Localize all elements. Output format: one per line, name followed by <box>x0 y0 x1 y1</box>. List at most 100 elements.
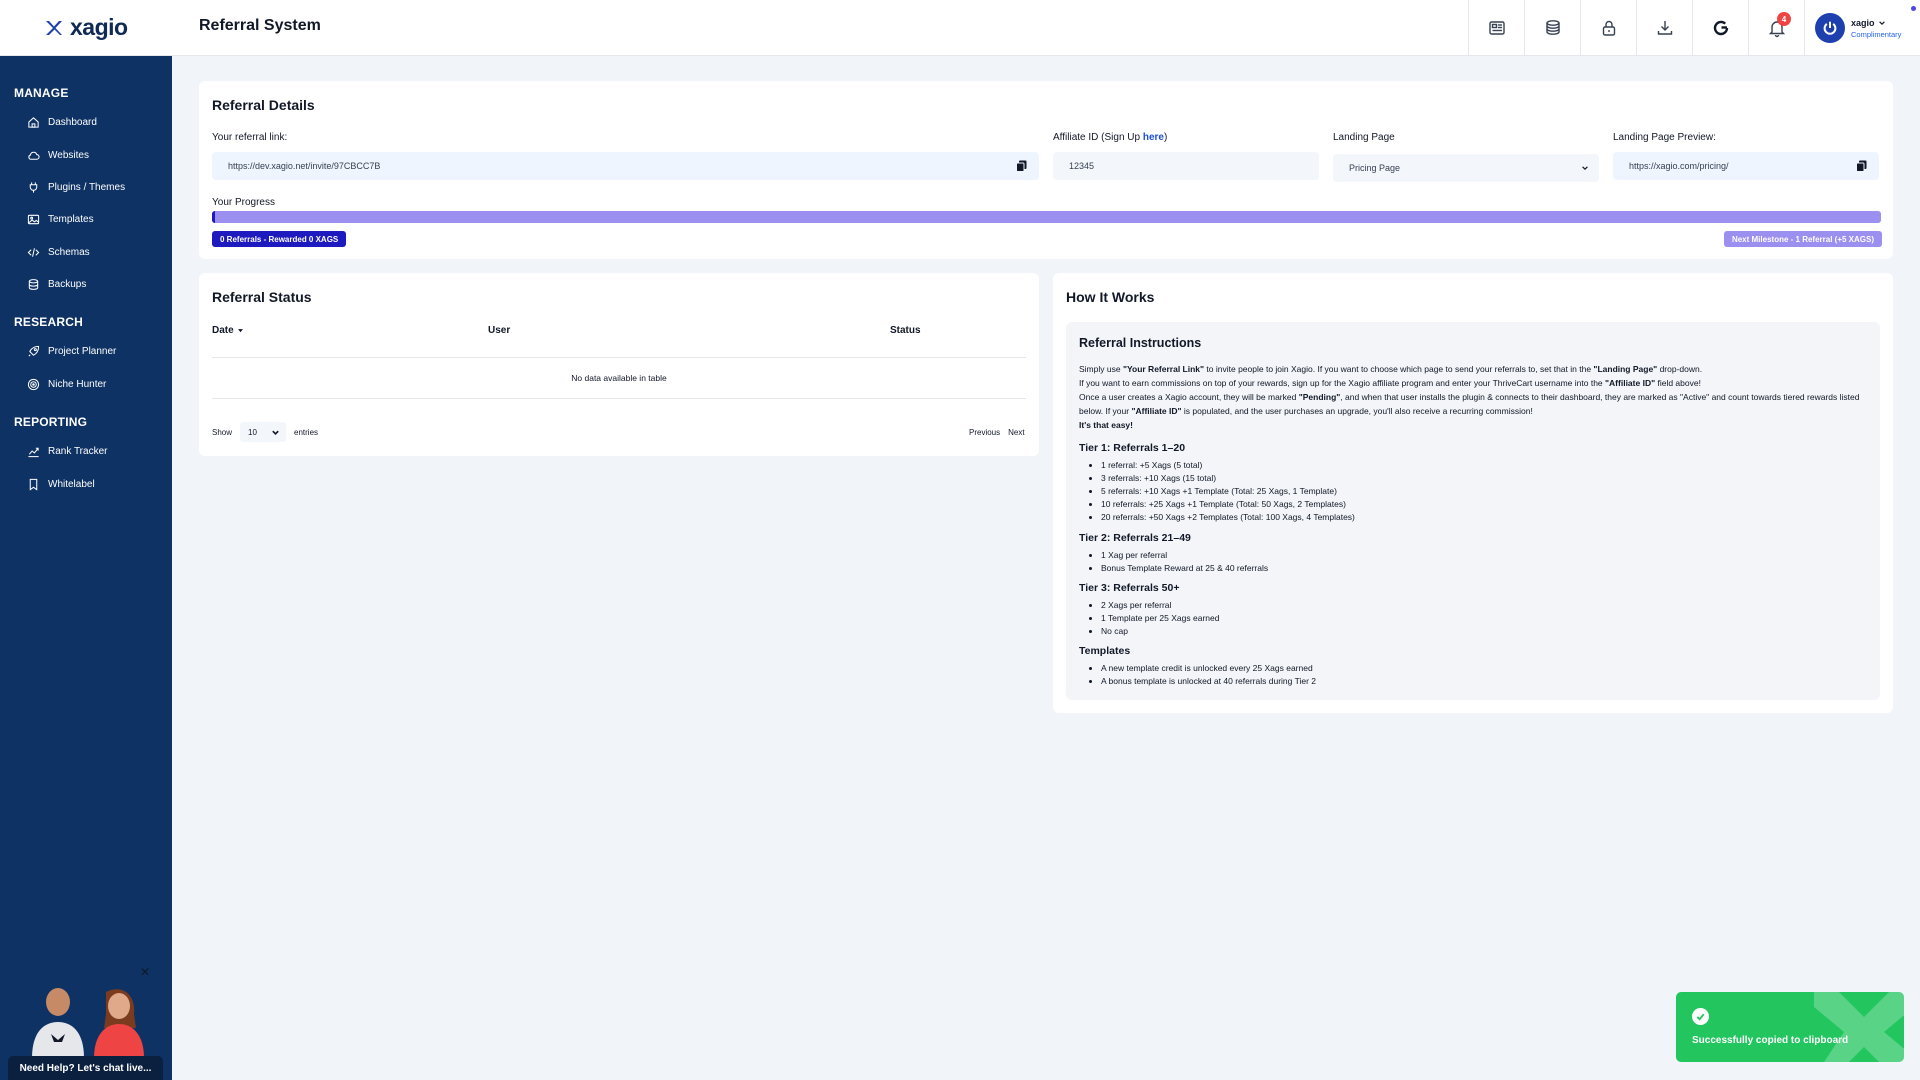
code-icon <box>27 248 40 257</box>
referral-details-title: Referral Details <box>212 97 315 113</box>
page-title: Referral System <box>199 17 321 34</box>
user-name: xagio <box>1851 17 1875 28</box>
help-chat-bar[interactable]: Need Help? Let's chat live... <box>8 1056 163 1080</box>
newspaper-icon <box>1488 21 1505 35</box>
top-header: xagio Referral System 4 xagio Compliment… <box>0 0 1920 56</box>
tier-2-list: 1 Xag per referral Bonus Template Reward… <box>1101 549 1268 575</box>
instructions-paragraph: If you want to earn commissions on top o… <box>1079 376 1869 390</box>
entries-label: entries <box>294 427 319 437</box>
column-header-user[interactable]: User <box>488 325 510 336</box>
credits-button[interactable] <box>1524 0 1580 56</box>
coins-icon <box>1545 20 1560 35</box>
sidebar: MANAGE Dashboard Websites Plugins / Them… <box>0 56 172 1080</box>
affiliate-id-value: 12345 <box>1069 161 1095 171</box>
plug-icon <box>29 182 38 193</box>
close-icon[interactable]: ✕ <box>140 965 150 979</box>
sidebar-item-niche-hunter[interactable]: Niche Hunter <box>27 378 106 391</box>
text-bold: "Landing Page" <box>1593 364 1658 374</box>
sidebar-item-label: Whitelabel <box>48 479 95 490</box>
sidebar-item-project-planner[interactable]: Project Planner <box>27 345 116 358</box>
tier-2-title: Tier 2: Referrals 21–49 <box>1079 532 1191 544</box>
list-item: 1 Template per 25 Xags earned <box>1101 612 1219 625</box>
landing-preview-field[interactable]: https://xagio.com/pricing/ <box>1613 152 1879 180</box>
text: If you want to earn commissions on top o… <box>1079 378 1606 388</box>
text: drop-down. <box>1657 364 1703 374</box>
list-item: Bonus Template Reward at 25 & 40 referra… <box>1101 562 1268 575</box>
google-icon <box>1713 20 1728 36</box>
list-item: 1 referral: +5 Xags (5 total) <box>1101 459 1355 472</box>
referral-link-field[interactable]: https://dev.xagio.net/invite/97CBCC7B <box>212 152 1039 180</box>
sidebar-item-label: Schemas <box>48 247 90 258</box>
instructions-paragraph: It's that easy! <box>1079 418 1869 432</box>
lock-button[interactable] <box>1580 0 1636 56</box>
list-item: 2 Xags per referral <box>1101 599 1219 612</box>
toast-message: Successfully copied to clipboard <box>1692 1035 1849 1046</box>
database-icon <box>28 279 39 290</box>
instructions-text: Simply use "Your Referral Link" to invit… <box>1079 362 1869 432</box>
text: field above! <box>1655 378 1701 388</box>
sidebar-item-plugins[interactable]: Plugins / Themes <box>27 181 125 194</box>
user-menu[interactable]: xagio Complimentary <box>1804 0 1920 56</box>
templates-title: Templates <box>1079 645 1131 657</box>
show-label: Show <box>212 427 233 437</box>
affiliate-signup-link[interactable]: here <box>1143 132 1164 143</box>
download-button[interactable] <box>1636 0 1692 56</box>
templates-list: A new template credit is unlocked every … <box>1101 662 1316 688</box>
tier-1-title: Tier 1: Referrals 1–20 <box>1079 442 1186 454</box>
affiliate-id-label-end: ) <box>1163 132 1168 143</box>
home-icon <box>28 117 39 128</box>
sidebar-item-rank-tracker[interactable]: Rank Tracker <box>27 445 107 458</box>
text: Once a user creates a Xagio account, the… <box>1079 392 1299 402</box>
chevron-down-icon <box>1582 166 1588 171</box>
sidebar-item-label: Backups <box>48 279 87 290</box>
lock-icon <box>1602 20 1615 36</box>
referral-instructions: Referral Instructions Simply use "Your R… <box>1066 322 1880 700</box>
text-bold: It's that easy! <box>1079 420 1133 430</box>
tier-3-list: 2 Xags per referral 1 Template per 25 Xa… <box>1101 599 1219 638</box>
list-item: 5 referrals: +10 Xags +1 Template (Total… <box>1101 485 1355 498</box>
progress-fill <box>212 211 215 223</box>
list-item: A bonus template is unlocked at 40 refer… <box>1101 675 1316 688</box>
xagio-logo[interactable]: xagio <box>44 14 128 41</box>
sidebar-item-schemas[interactable]: Schemas <box>27 246 90 259</box>
affiliate-id-field[interactable]: 12345 <box>1053 152 1319 180</box>
page-size-select[interactable]: 10 <box>240 422 287 442</box>
instructions-paragraph: Simply use "Your Referral Link" to invit… <box>1079 362 1869 376</box>
sidebar-item-dashboard[interactable]: Dashboard <box>27 116 97 129</box>
header-toolbar: 4 <box>1468 0 1804 56</box>
progress-current-badge: 0 Referrals - Rewarded 0 XAGS <box>212 231 347 247</box>
column-header-status[interactable]: Status <box>890 325 921 336</box>
sidebar-item-whitelabel[interactable]: Whitelabel <box>27 478 95 491</box>
landing-preview-value: https://xagio.com/pricing/ <box>1629 161 1729 171</box>
live-chat-widget[interactable]: ✕ Need Help? Let's chat live... <box>8 964 163 1080</box>
logo-text: xagio <box>70 14 128 40</box>
news-button[interactable] <box>1468 0 1524 56</box>
success-toast[interactable]: Successfully copied to clipboard <box>1676 992 1904 1062</box>
instructions-title: Referral Instructions <box>1079 336 1202 350</box>
check-icon <box>1692 1008 1709 1025</box>
chevron-down-icon <box>1878 20 1885 25</box>
chevron-down-icon <box>272 430 279 435</box>
landing-page-select[interactable]: Pricing Page <box>1333 154 1599 182</box>
sidebar-item-templates[interactable]: Templates <box>27 213 94 226</box>
copy-icon[interactable] <box>1016 160 1027 172</box>
copy-icon[interactable] <box>1856 160 1867 172</box>
section-reporting: REPORTING <box>14 415 88 429</box>
landing-preview-label: Landing Page Preview: <box>1613 132 1716 143</box>
previous-page-button[interactable]: Previous <box>969 428 1000 437</box>
table-divider <box>212 357 1026 358</box>
sidebar-item-websites[interactable]: Websites <box>27 149 89 162</box>
sidebar-item-backups[interactable]: Backups <box>27 278 86 291</box>
page-size-control: Show 10 entries <box>212 422 318 442</box>
page-size-value: 10 <box>248 427 257 437</box>
text-bold: "Your Referral Link" <box>1122 364 1205 374</box>
text: is populated, and the user purchases an … <box>1181 406 1533 416</box>
google-button[interactable] <box>1692 0 1748 56</box>
notifications-button[interactable]: 4 <box>1748 0 1804 56</box>
column-header-date[interactable]: Date <box>212 325 244 336</box>
next-page-button[interactable]: Next <box>1008 428 1024 437</box>
text: to invite people to join Xagio. If you w… <box>1204 364 1594 374</box>
column-header-date-label: Date <box>212 325 234 336</box>
sidebar-item-label: Plugins / Themes <box>48 182 126 193</box>
list-item: 3 referrals: +10 Xags (15 total) <box>1101 472 1355 485</box>
